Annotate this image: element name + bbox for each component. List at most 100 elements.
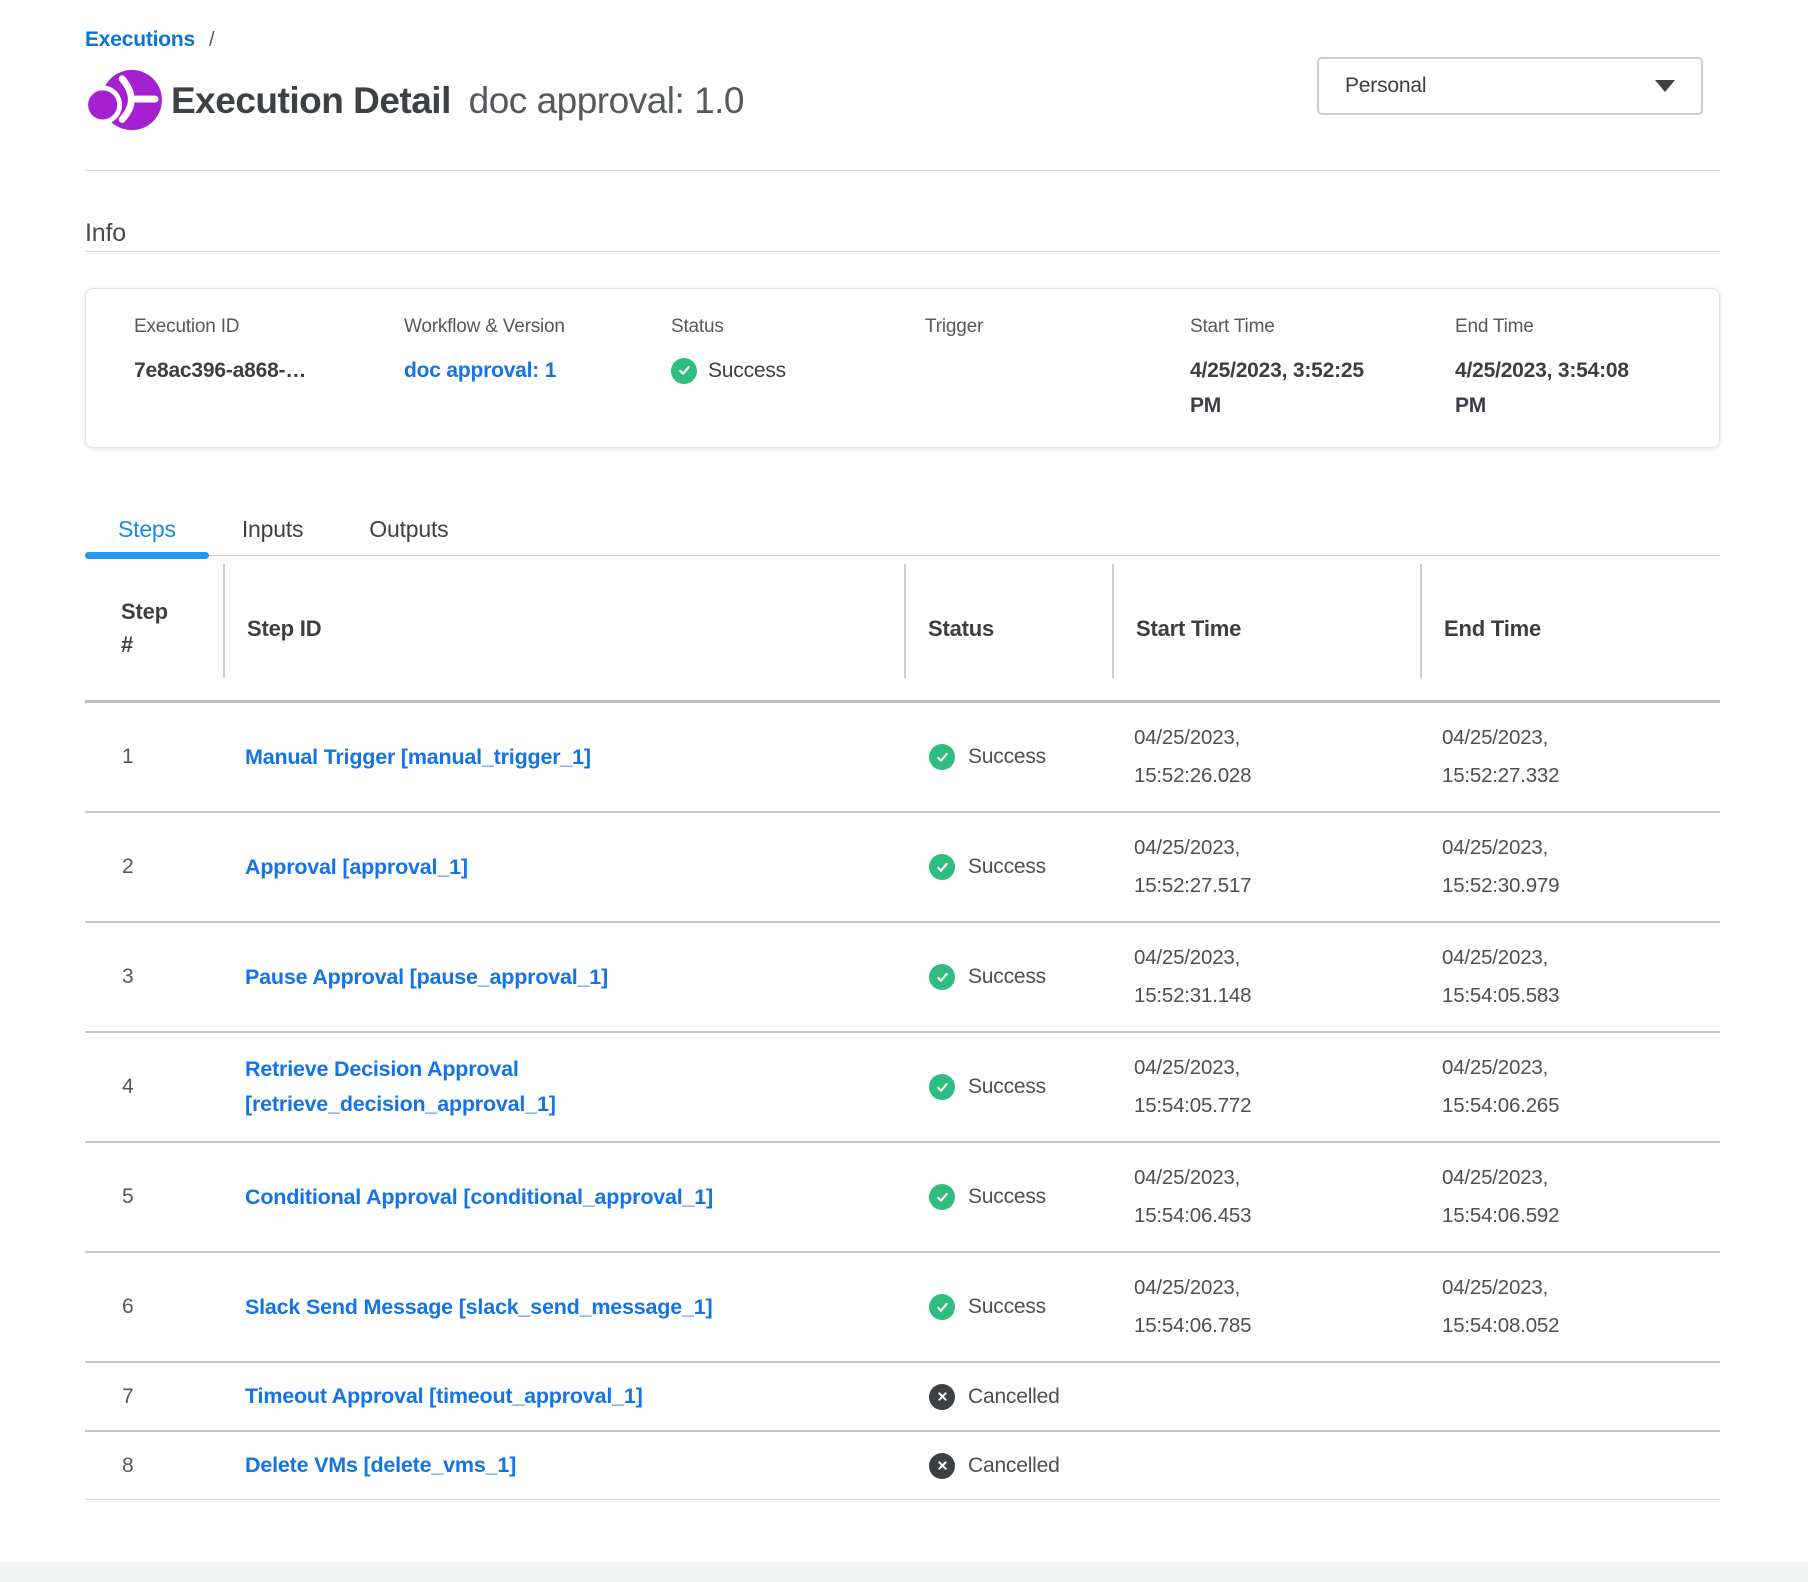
step-number: 7 xyxy=(85,1385,223,1409)
step-start-time: 04/25/2023,15:52:26.028 xyxy=(1112,719,1420,795)
tab-inputs[interactable]: Inputs xyxy=(209,504,336,555)
step-number: 3 xyxy=(85,965,223,989)
table-row: 1 Manual Trigger [manual_trigger_1] Succ… xyxy=(85,703,1720,813)
step-id-link[interactable]: Pause Approval [pause_approval_1] xyxy=(245,960,608,995)
x-circle-icon xyxy=(929,1384,955,1410)
breadcrumb-link-executions[interactable]: Executions xyxy=(85,28,195,52)
info-card: Execution ID 7e8ac396-a868-… Workflow & … xyxy=(85,288,1720,448)
step-end-time: 04/25/2023,15:52:30.979 xyxy=(1420,829,1720,905)
step-id-link[interactable]: Retrieve Decision Approval[retrieve_deci… xyxy=(245,1052,556,1122)
step-status: Success xyxy=(904,744,1112,770)
step-number: 2 xyxy=(85,855,223,879)
info-field-status: Status Success xyxy=(671,316,925,447)
step-end-time: 04/25/2023,15:54:06.592 xyxy=(1420,1159,1720,1235)
step-status-text: Cancelled xyxy=(968,1385,1060,1409)
step-status-text: Cancelled xyxy=(968,1454,1060,1478)
step-number: 6 xyxy=(85,1295,223,1319)
table-row: 4 Retrieve Decision Approval[retrieve_de… xyxy=(85,1033,1720,1143)
step-start-time: 04/25/2023,15:54:06.453 xyxy=(1112,1159,1420,1235)
column-header-step-number: Step # xyxy=(85,556,223,700)
step-number: 8 xyxy=(85,1454,223,1478)
step-number: 4 xyxy=(85,1075,223,1099)
step-id-link[interactable]: Approval [approval_1] xyxy=(245,850,468,885)
steps-table: Step # Step ID Status Start Time End Tim… xyxy=(85,556,1720,1500)
scope-dropdown-value: Personal xyxy=(1345,74,1426,98)
check-circle-icon xyxy=(929,1294,955,1320)
tab-bar: Steps Inputs Outputs xyxy=(85,504,1720,556)
step-status: Success xyxy=(904,1294,1112,1320)
table-row: 8 Delete VMs [delete_vms_1] Cancelled xyxy=(85,1432,1720,1500)
check-circle-icon xyxy=(671,358,697,384)
info-field-start-time: Start Time 4/25/2023, 3:52:25 PM xyxy=(1190,316,1455,447)
check-circle-icon xyxy=(929,1184,955,1210)
column-header-start-time: Start Time xyxy=(1112,556,1420,700)
breadcrumb: Executions / xyxy=(85,27,1720,53)
step-start-time: 04/25/2023,15:52:31.148 xyxy=(1112,939,1420,1015)
step-start-time: 04/25/2023,15:54:06.785 xyxy=(1112,1269,1420,1345)
step-status: Success xyxy=(904,854,1112,880)
check-circle-icon xyxy=(929,854,955,880)
step-id-link[interactable]: Manual Trigger [manual_trigger_1] xyxy=(245,740,591,775)
table-row: 3 Pause Approval [pause_approval_1] Succ… xyxy=(85,923,1720,1033)
info-field-execution-id: Execution ID 7e8ac396-a868-… xyxy=(134,316,404,447)
field-label: Start Time xyxy=(1190,316,1455,338)
step-id-link[interactable]: Conditional Approval [conditional_approv… xyxy=(245,1180,713,1215)
check-circle-icon xyxy=(929,744,955,770)
execution-id-value: 7e8ac396-a868-… xyxy=(134,353,404,388)
step-status-text: Success xyxy=(968,1295,1046,1319)
field-label: Workflow & Version xyxy=(404,316,671,338)
scope-dropdown[interactable]: Personal xyxy=(1317,57,1703,115)
column-header-step-id: Step ID xyxy=(223,556,904,700)
step-id-link[interactable]: Delete VMs [delete_vms_1] xyxy=(245,1448,516,1483)
step-status-text: Success xyxy=(968,1075,1046,1099)
steps-table-header: Step # Step ID Status Start Time End Tim… xyxy=(85,556,1720,703)
execution-status-text: Success xyxy=(708,353,786,388)
field-label: End Time xyxy=(1455,316,1719,338)
step-status-text: Success xyxy=(968,1185,1046,1209)
step-number: 5 xyxy=(85,1185,223,1209)
step-number: 1 xyxy=(85,745,223,769)
page-bottom-strip xyxy=(0,1562,1808,1582)
info-field-end-time: End Time 4/25/2023, 3:54:08 PM xyxy=(1455,316,1719,447)
start-time-value: 4/25/2023, 3:52:25 PM xyxy=(1190,353,1390,423)
step-end-time: 04/25/2023,15:54:06.265 xyxy=(1420,1049,1720,1125)
execution-detail-page: Executions / Execution Detail doc approv… xyxy=(85,0,1720,1500)
caret-down-icon xyxy=(1655,80,1675,92)
field-label: Trigger xyxy=(925,316,1190,338)
step-status: Cancelled xyxy=(904,1453,1112,1479)
tab-steps[interactable]: Steps xyxy=(85,504,209,555)
tab-outputs[interactable]: Outputs xyxy=(336,504,481,555)
steps-table-body: 1 Manual Trigger [manual_trigger_1] Succ… xyxy=(85,703,1720,1500)
page-subtitle: doc approval: 1.0 xyxy=(469,80,744,121)
column-header-end-time: End Time xyxy=(1420,556,1720,700)
column-header-status: Status xyxy=(904,556,1112,700)
workflow-version-link[interactable]: doc approval: 1 xyxy=(404,359,556,382)
check-circle-icon xyxy=(929,1074,955,1100)
step-id-link[interactable]: Timeout Approval [timeout_approval_1] xyxy=(245,1379,643,1414)
table-row: 6 Slack Send Message [slack_send_message… xyxy=(85,1253,1720,1363)
info-section-heading: Info xyxy=(85,171,1720,251)
table-row: 2 Approval [approval_1] Success 04/25/20… xyxy=(85,813,1720,923)
step-status: Success xyxy=(904,1074,1112,1100)
step-status: Success xyxy=(904,964,1112,990)
table-row: 5 Conditional Approval [conditional_appr… xyxy=(85,1143,1720,1253)
x-circle-icon xyxy=(929,1453,955,1479)
page-title: Execution Detail xyxy=(171,80,451,121)
step-status: Success xyxy=(904,1184,1112,1210)
field-label: Execution ID xyxy=(134,316,404,338)
end-time-value: 4/25/2023, 3:54:08 PM xyxy=(1455,353,1655,423)
table-row: 7 Timeout Approval [timeout_approval_1] … xyxy=(85,1363,1720,1432)
step-id-link[interactable]: Slack Send Message [slack_send_message_1… xyxy=(245,1290,712,1325)
step-end-time: 04/25/2023,15:54:05.583 xyxy=(1420,939,1720,1015)
step-status-text: Success xyxy=(968,965,1046,989)
step-status: Cancelled xyxy=(904,1384,1112,1410)
info-field-trigger: Trigger xyxy=(925,316,1190,447)
divider xyxy=(85,251,1720,252)
info-field-workflow-version: Workflow & Version doc approval: 1 xyxy=(404,316,671,447)
breadcrumb-separator: / xyxy=(209,29,214,52)
field-label: Status xyxy=(671,316,925,338)
step-status-text: Success xyxy=(968,745,1046,769)
step-status-text: Success xyxy=(968,855,1046,879)
step-end-time: 04/25/2023,15:52:27.332 xyxy=(1420,719,1720,795)
step-start-time: 04/25/2023,15:54:05.772 xyxy=(1112,1049,1420,1125)
